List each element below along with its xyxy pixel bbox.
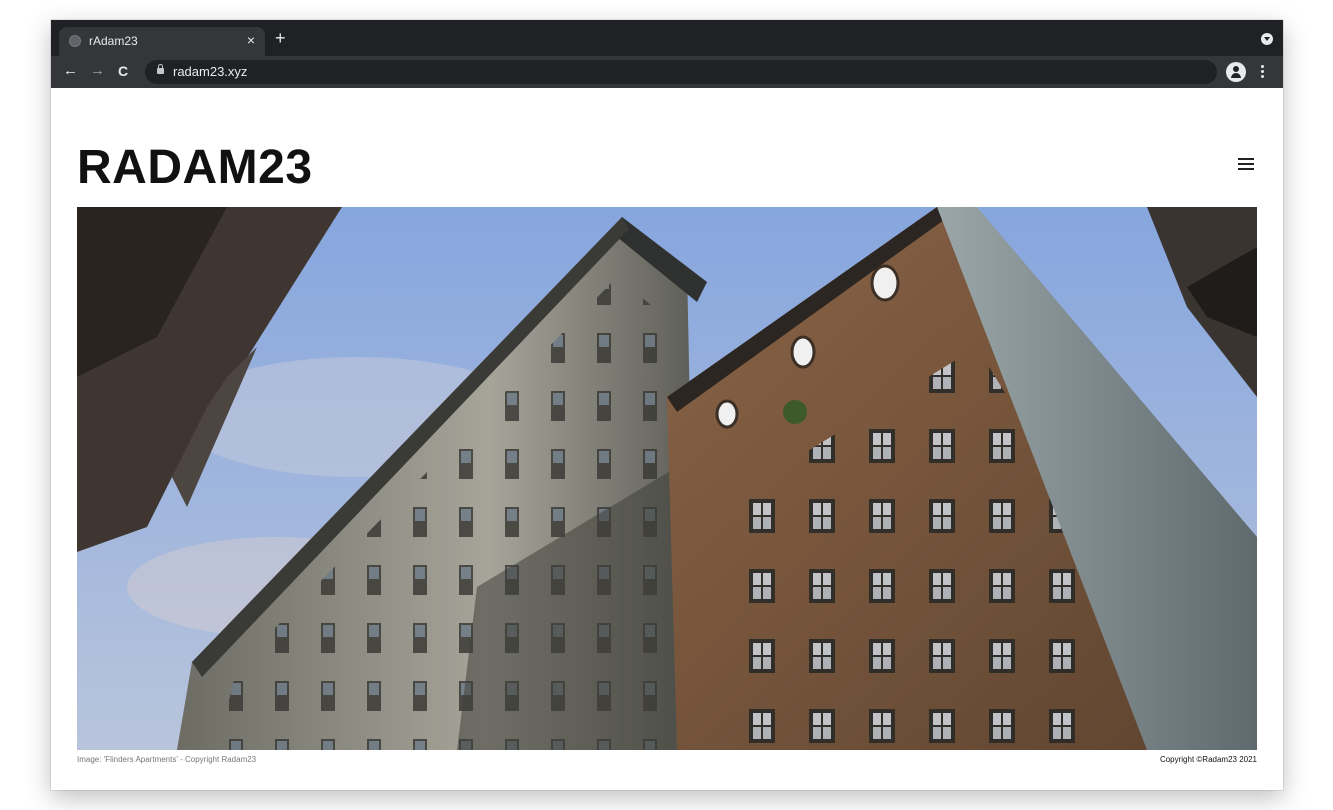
browser-tab[interactable]: rAdam23 × [59, 27, 265, 56]
copyright-text: Copyright ©Radam23 2021 [1159, 755, 1257, 764]
image-caption: Image: 'Flinders Apartments' - Copyright… [77, 755, 257, 764]
back-arrow-icon[interactable]: ← [63, 62, 78, 80]
profile-icon[interactable] [1226, 62, 1246, 82]
plus-icon[interactable]: + [275, 28, 286, 48]
web-page: RADAM23 Image: 'Flinders Apartments' - C… [51, 88, 1283, 790]
tab-search-icon[interactable] [1261, 33, 1273, 45]
browser-toolbar: ← → C radam23.xyz [51, 56, 1283, 88]
hamburger-menu-icon[interactable] [1238, 158, 1254, 172]
lock-icon[interactable] [157, 64, 164, 74]
url-text[interactable]: radam23.xyz [173, 64, 247, 79]
reload-icon[interactable]: C [118, 62, 128, 80]
globe-icon [69, 35, 81, 47]
hero-image [77, 207, 1257, 750]
address-bar[interactable]: radam23.xyz [145, 60, 1217, 84]
tab-title: rAdam23 [89, 34, 138, 48]
forward-arrow-icon[interactable]: → [90, 62, 105, 80]
kebab-menu-icon[interactable] [1261, 63, 1265, 81]
site-title[interactable]: RADAM23 [77, 140, 313, 196]
close-icon[interactable]: × [247, 32, 255, 48]
browser-window: rAdam23 × + ← → C radam23.xyz RADAM23 Im… [51, 20, 1283, 790]
tab-strip: rAdam23 × + [51, 20, 1283, 56]
